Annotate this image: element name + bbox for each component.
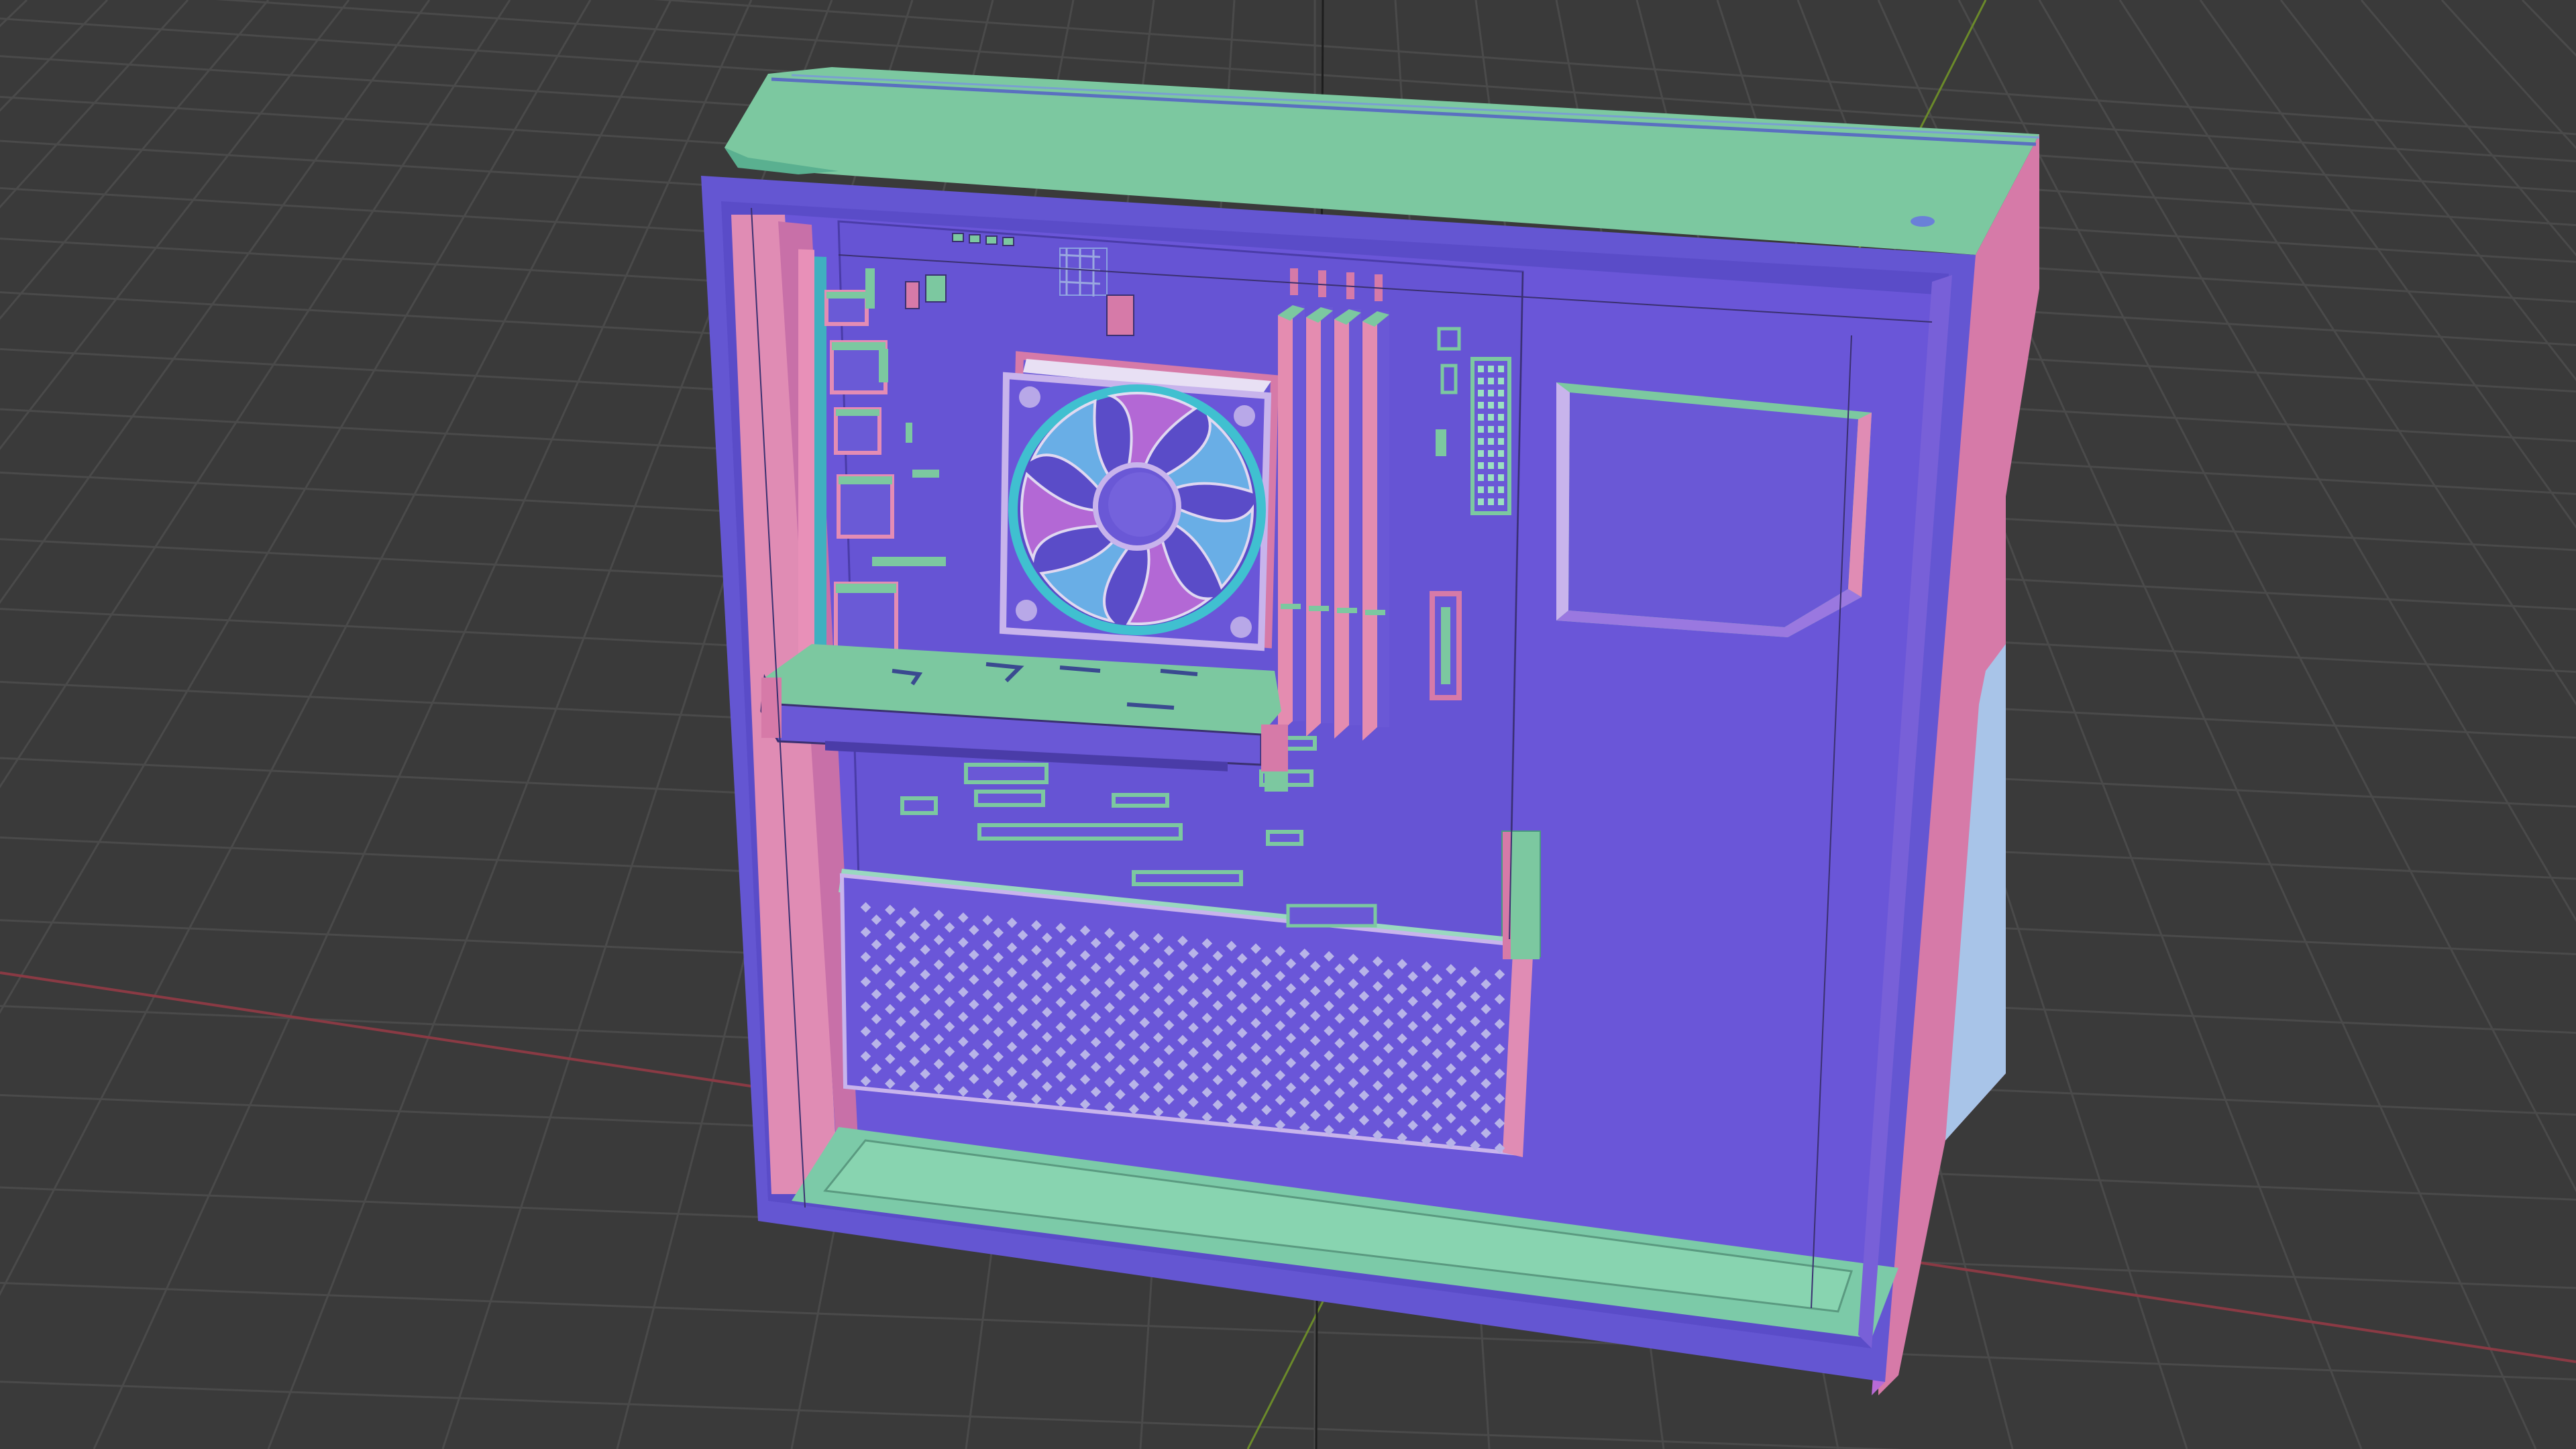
cable-management-post-side	[1503, 832, 1511, 959]
connector-pin	[1478, 402, 1484, 409]
connector-pin	[1498, 414, 1504, 421]
connector-pin	[1478, 498, 1484, 505]
cpu-fan[interactable]	[1008, 384, 1266, 635]
ram-stick-face	[1293, 305, 1305, 721]
connector-pin	[1488, 474, 1494, 481]
fan-hub-inner	[1108, 472, 1173, 537]
power-button[interactable]	[1902, 215, 1943, 233]
connector-pin	[1478, 378, 1484, 384]
fan-screw-tr	[1234, 405, 1255, 427]
connector-pin	[1488, 390, 1494, 396]
drive-cage-inner	[1568, 392, 1858, 627]
ram-stick-notch	[1337, 608, 1357, 613]
connector-pin	[1478, 486, 1484, 493]
connector-pin	[1488, 486, 1494, 493]
io-shield-pink	[798, 249, 814, 706]
ram-stick-notch	[1309, 606, 1329, 611]
connector-pin	[1498, 402, 1504, 409]
connector-pin	[1498, 486, 1504, 493]
ram-stick[interactable]	[1334, 272, 1361, 739]
connector-pin	[1488, 438, 1494, 445]
ram-stick[interactable]	[1362, 274, 1389, 741]
ram-stick-face	[1349, 309, 1361, 725]
ram-stick[interactable]	[1278, 268, 1305, 735]
connector-pin	[1488, 426, 1494, 433]
connector-pin	[1498, 462, 1504, 469]
ram-stick-notch	[1365, 610, 1385, 615]
ram-stick-side	[1362, 311, 1377, 741]
drive-cage-left-edge	[1556, 382, 1570, 621]
fan-screw-br	[1230, 616, 1252, 638]
connector-pin	[1498, 438, 1504, 445]
fan-screw-bl	[1016, 600, 1037, 621]
connector-pin	[1498, 390, 1504, 396]
ram-clip	[1290, 268, 1298, 295]
connector-pin	[1478, 426, 1484, 433]
connector-pin	[1478, 366, 1484, 372]
motherboard[interactable]	[798, 220, 1541, 957]
connector-pin	[1478, 450, 1484, 457]
connector-pin	[1478, 462, 1484, 469]
connector-pin	[1498, 498, 1504, 505]
gpu-power-cable	[1261, 724, 1288, 792]
ram-stick[interactable]	[1306, 270, 1333, 737]
3d-viewport[interactable]	[0, 0, 2576, 1449]
chipset-grid	[1059, 248, 1101, 297]
connector-pin	[1498, 450, 1504, 457]
ram-stick-side	[1306, 307, 1321, 737]
connector-pin	[1498, 474, 1504, 481]
pc-case[interactable]	[701, 67, 2040, 1395]
connector-pin	[1478, 474, 1484, 481]
connector-pin	[1488, 414, 1494, 421]
ram-stick-face	[1377, 311, 1389, 727]
connector-pin	[1498, 426, 1504, 433]
fan-screw-tl	[1019, 386, 1040, 408]
drive-cage[interactable]	[1556, 382, 1872, 637]
psu-shroud-tab	[1286, 904, 1377, 928]
ram-stick-face	[1321, 307, 1333, 723]
ram-stick-side	[1334, 309, 1349, 739]
connector-pin	[1488, 378, 1494, 384]
connector-pin	[1498, 378, 1504, 384]
ram-stick-side	[1278, 305, 1293, 735]
ram-stick-notch	[1281, 604, 1301, 609]
connector-pin	[1488, 450, 1494, 457]
connector-pin	[1488, 366, 1494, 372]
connector-pin	[1498, 366, 1504, 372]
connector-pin	[1478, 390, 1484, 396]
connector-pin	[1488, 462, 1494, 469]
connector-pin	[1478, 414, 1484, 421]
connector-pin	[1488, 402, 1494, 409]
connector-pin	[1488, 498, 1494, 505]
cpu-cooler[interactable]	[999, 351, 1279, 651]
viewport-canvas[interactable]	[0, 0, 2576, 1449]
connector-pin	[1478, 438, 1484, 445]
